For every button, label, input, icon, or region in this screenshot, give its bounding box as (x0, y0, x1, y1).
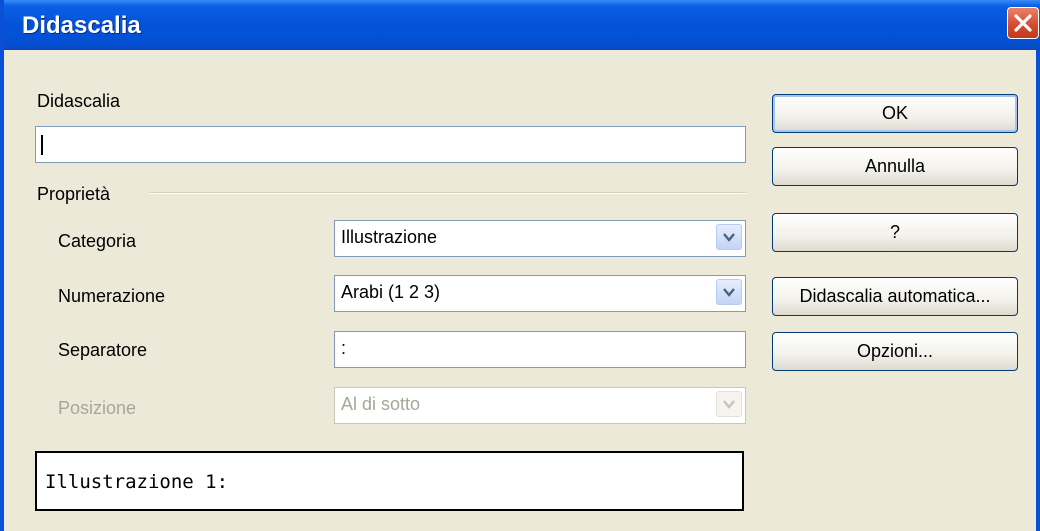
numbering-select-value: Arabi (1 2 3) (341, 282, 441, 302)
category-select[interactable]: Illustrazione (334, 220, 746, 257)
category-dropdown-button[interactable] (716, 224, 742, 250)
chevron-down-icon (723, 288, 735, 297)
close-button[interactable] (1007, 7, 1039, 39)
group-divider (150, 192, 746, 194)
numbering-dropdown-button[interactable] (716, 279, 742, 305)
numbering-select[interactable]: Arabi (1 2 3) (334, 275, 746, 312)
separator-label: Separatore (58, 340, 148, 360)
options-button[interactable]: Opzioni... (772, 332, 1018, 371)
caption-preview-text: Illustrazione 1: (45, 471, 229, 493)
separator-input[interactable]: : (334, 331, 746, 368)
title-bar[interactable]: Didascalia (4, 0, 1040, 50)
window-title: Didascalia (22, 12, 141, 39)
autocaption-button[interactable]: Didascalia automatica... (772, 277, 1018, 316)
cancel-button[interactable]: Annulla (772, 147, 1018, 186)
numbering-label: Numerazione (58, 286, 166, 306)
category-label: Categoria (58, 231, 137, 251)
caption-label: Didascalia (37, 91, 121, 111)
position-label: Posizione (58, 398, 137, 418)
separator-input-value: : (341, 338, 347, 358)
chevron-down-icon (723, 400, 735, 409)
position-select-value: Al di sotto (341, 394, 421, 414)
category-select-value: Illustrazione (341, 227, 438, 247)
close-icon (1014, 14, 1032, 32)
caption-preview: Illustrazione 1: (35, 451, 744, 511)
text-caret (41, 135, 43, 155)
caption-input[interactable] (35, 126, 746, 163)
chevron-down-icon (723, 233, 735, 242)
properties-group-label: Proprietà (37, 184, 111, 204)
position-dropdown-button (716, 391, 742, 417)
help-button[interactable]: ? (772, 213, 1018, 252)
ok-button[interactable]: OK (772, 94, 1018, 133)
position-select: Al di sotto (334, 387, 746, 424)
